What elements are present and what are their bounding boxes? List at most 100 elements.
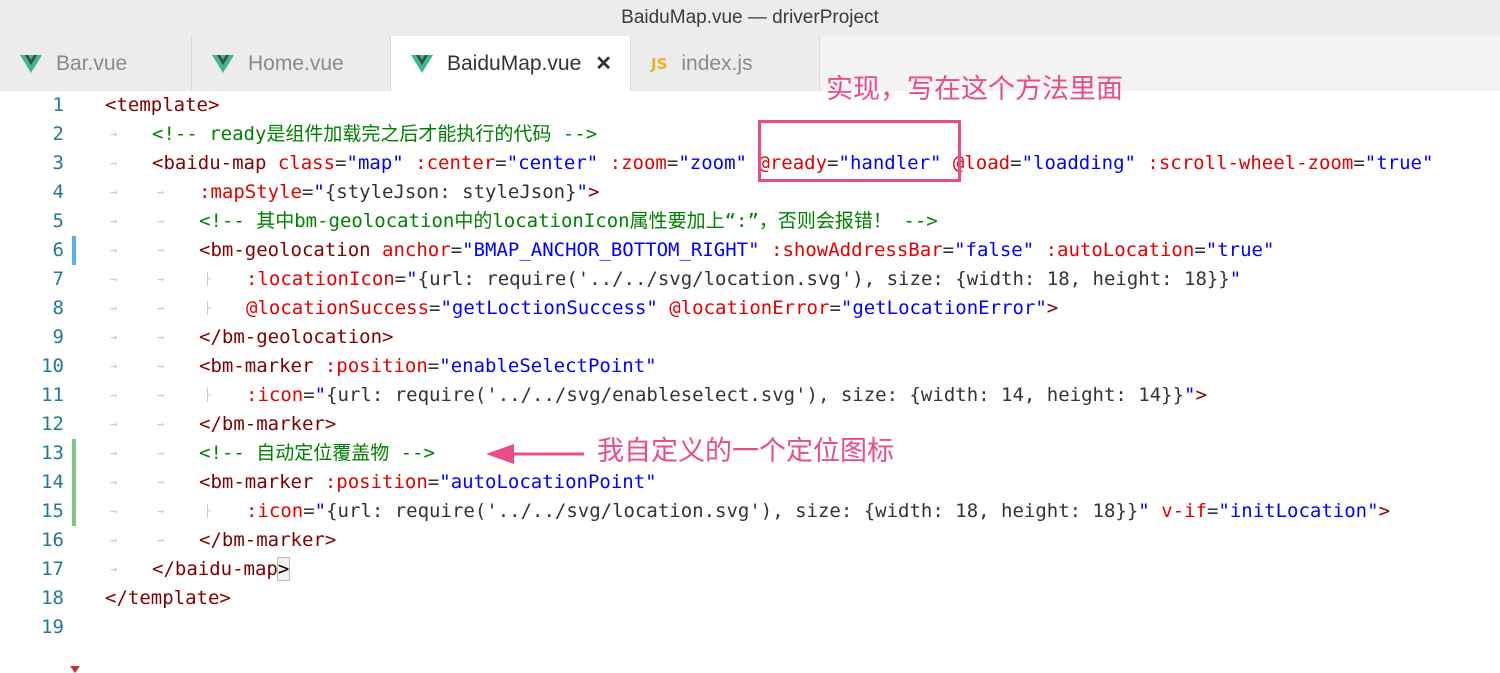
code-line[interactable]: 2 → <!-- ready是组件加载完之后才能执行的代码 --> xyxy=(0,120,1500,149)
code-line[interactable]: 15 → → ├:icon="{url: require('../../svg/loc… xyxy=(0,497,1500,526)
code-token: " xyxy=(576,181,588,203)
indent-guide: → xyxy=(157,504,165,518)
code-line[interactable]: 8 → → ├ @locationSuccess="getLoctionSuccess"… xyxy=(0,294,1500,323)
tab-bar: Bar.vue Home.vue BaiduMap.vue ✕ JS index… xyxy=(0,36,1500,91)
annotation-side-note: 我自定义的一个定位图标 xyxy=(597,436,894,467)
code-token: "loadding" xyxy=(1021,152,1136,174)
line-number: 14 xyxy=(41,471,64,493)
code-token: :mapStyle xyxy=(199,181,302,203)
line-number: 2 xyxy=(52,123,64,145)
code-token: "false" xyxy=(954,239,1035,261)
vue-icon xyxy=(411,54,433,73)
code-token: = xyxy=(495,152,507,174)
code-line[interactable]: 1 <template> xyxy=(0,91,1500,120)
code-line[interactable]: 14 → → <bm-marker :position="autoLocationPo… xyxy=(0,468,1500,497)
code-token: > xyxy=(1195,384,1207,406)
code-text: <!-- ready是组件加载完之后才能执行的代码 --> xyxy=(152,120,597,149)
indent-guide: → xyxy=(157,243,165,257)
code-line[interactable]: 4 → →:mapStyle="{styleJson: styleJson}"> xyxy=(0,178,1500,207)
line-number: 6 xyxy=(52,239,64,261)
code-token: </bm-marker> xyxy=(199,529,337,551)
fold-marker xyxy=(70,666,80,673)
code-token: <!-- 自动定位覆盖物 --> xyxy=(199,442,435,464)
indent-guide: → xyxy=(110,272,118,286)
code-token: "BMAP_ANCHOR_BOTTOM_RIGHT" xyxy=(462,239,760,261)
code-token: = xyxy=(303,500,315,522)
code-token: <bm-geolocation xyxy=(199,239,371,261)
code-token: " xyxy=(313,181,325,203)
tab-bar-vue[interactable]: Bar.vue xyxy=(0,36,192,91)
code-text: @locationSuccess="getLoctionSuccess" @lo… xyxy=(246,294,1058,323)
code-token: " xyxy=(1184,384,1196,406)
code-text: :icon="{url: require('../../svg/location… xyxy=(246,497,1390,526)
code-token: " xyxy=(314,384,327,406)
code-token: v-if xyxy=(1161,500,1207,522)
code-line[interactable]: 12 → → </bm-marker> xyxy=(0,410,1500,439)
code-line[interactable]: 16 → → </bm-marker> xyxy=(0,526,1500,555)
code-text: :icon="{url: require('../../svg/enablese… xyxy=(246,381,1207,410)
code-line[interactable]: 10 → → <bm-marker :position="enableSelectPo… xyxy=(0,352,1500,381)
code-text: <bm-marker :position="enableSelectPoint" xyxy=(199,352,657,381)
tab-index-js[interactable]: JS index.js xyxy=(631,36,820,91)
code-text: <template> xyxy=(105,91,219,120)
code-line[interactable]: 17 → </baidu-map> xyxy=(0,555,1500,584)
code-token: = xyxy=(335,152,347,174)
code-line[interactable]: 5 → → <!-- 其中bm-geolocation中的locationIcon属性… xyxy=(0,207,1500,236)
indent-guide: ├ xyxy=(204,388,212,402)
tab-baidumap-vue[interactable]: BaiduMap.vue ✕ xyxy=(391,36,631,91)
code-line[interactable]: 6 → → <bm-geolocation anchor="BMAP_ANCHOR_B… xyxy=(0,236,1500,265)
close-icon[interactable]: ✕ xyxy=(595,51,612,76)
code-line[interactable]: 7 → → ├:locationIcon="{url: require('../../… xyxy=(0,265,1500,294)
line-number: 5 xyxy=(52,210,64,232)
line-number: 7 xyxy=(52,268,64,290)
code-token: = xyxy=(829,297,841,319)
code-line[interactable]: 3 → <baidu-map class="map" :center="center… xyxy=(0,149,1500,178)
code-line[interactable]: 19 xyxy=(0,613,1500,642)
indent-guide: → xyxy=(157,417,165,431)
code-token: "zoom" xyxy=(678,152,747,174)
code-token: <!-- ready是组件加载完之后才能执行的代码 --> xyxy=(152,123,598,145)
vue-icon xyxy=(20,54,42,73)
code-token: = xyxy=(666,152,679,174)
code-token: </bm-geolocation> xyxy=(199,326,394,348)
annotation-highlight-box xyxy=(758,120,961,182)
code-token: = xyxy=(1206,500,1219,522)
indent-guide: → xyxy=(110,330,118,344)
line-number: 18 xyxy=(41,587,64,609)
code-editor[interactable]: 1 <template> 2 → <!-- ready是组件加载完之后才能执行的代码 -… xyxy=(0,91,1500,673)
indent-guide: → xyxy=(157,214,165,228)
indent-guide: → xyxy=(157,301,165,315)
code-token: {url: require('../../svg/enableselect.sv… xyxy=(326,384,1185,406)
code-line[interactable]: 11 → → ├:icon="{url: require('../../svg/ena… xyxy=(0,381,1500,410)
tab-home-vue[interactable]: Home.vue xyxy=(192,36,391,91)
line-number: 4 xyxy=(52,181,64,203)
code-token: = xyxy=(427,471,440,493)
code-line[interactable]: 9 → → </bm-geolocation> xyxy=(0,323,1500,352)
code-token: <baidu-map xyxy=(152,152,267,174)
code-token: class xyxy=(277,152,336,174)
code-token: > xyxy=(587,181,600,203)
code-token: <bm-marker xyxy=(199,471,314,493)
indent-guide: → xyxy=(157,185,165,199)
line-number: 13 xyxy=(41,442,64,464)
code-line[interactable]: 18 </template> xyxy=(0,584,1500,613)
code-token: <bm-marker xyxy=(199,355,314,377)
code-token: = xyxy=(394,268,407,290)
code-token: @load xyxy=(952,152,1011,174)
line-number: 10 xyxy=(41,355,64,377)
line-number: 15 xyxy=(41,500,64,522)
code-token: </baidu-map xyxy=(152,558,278,580)
code-token: <!-- 其中bm-geolocation中的locationIcon属性要加上… xyxy=(199,210,938,232)
indent-guide: ├ xyxy=(204,301,212,315)
code-token: anchor xyxy=(382,239,451,261)
line-number: 19 xyxy=(41,616,64,638)
code-token: > xyxy=(1046,297,1059,319)
line-number: 1 xyxy=(52,94,64,116)
